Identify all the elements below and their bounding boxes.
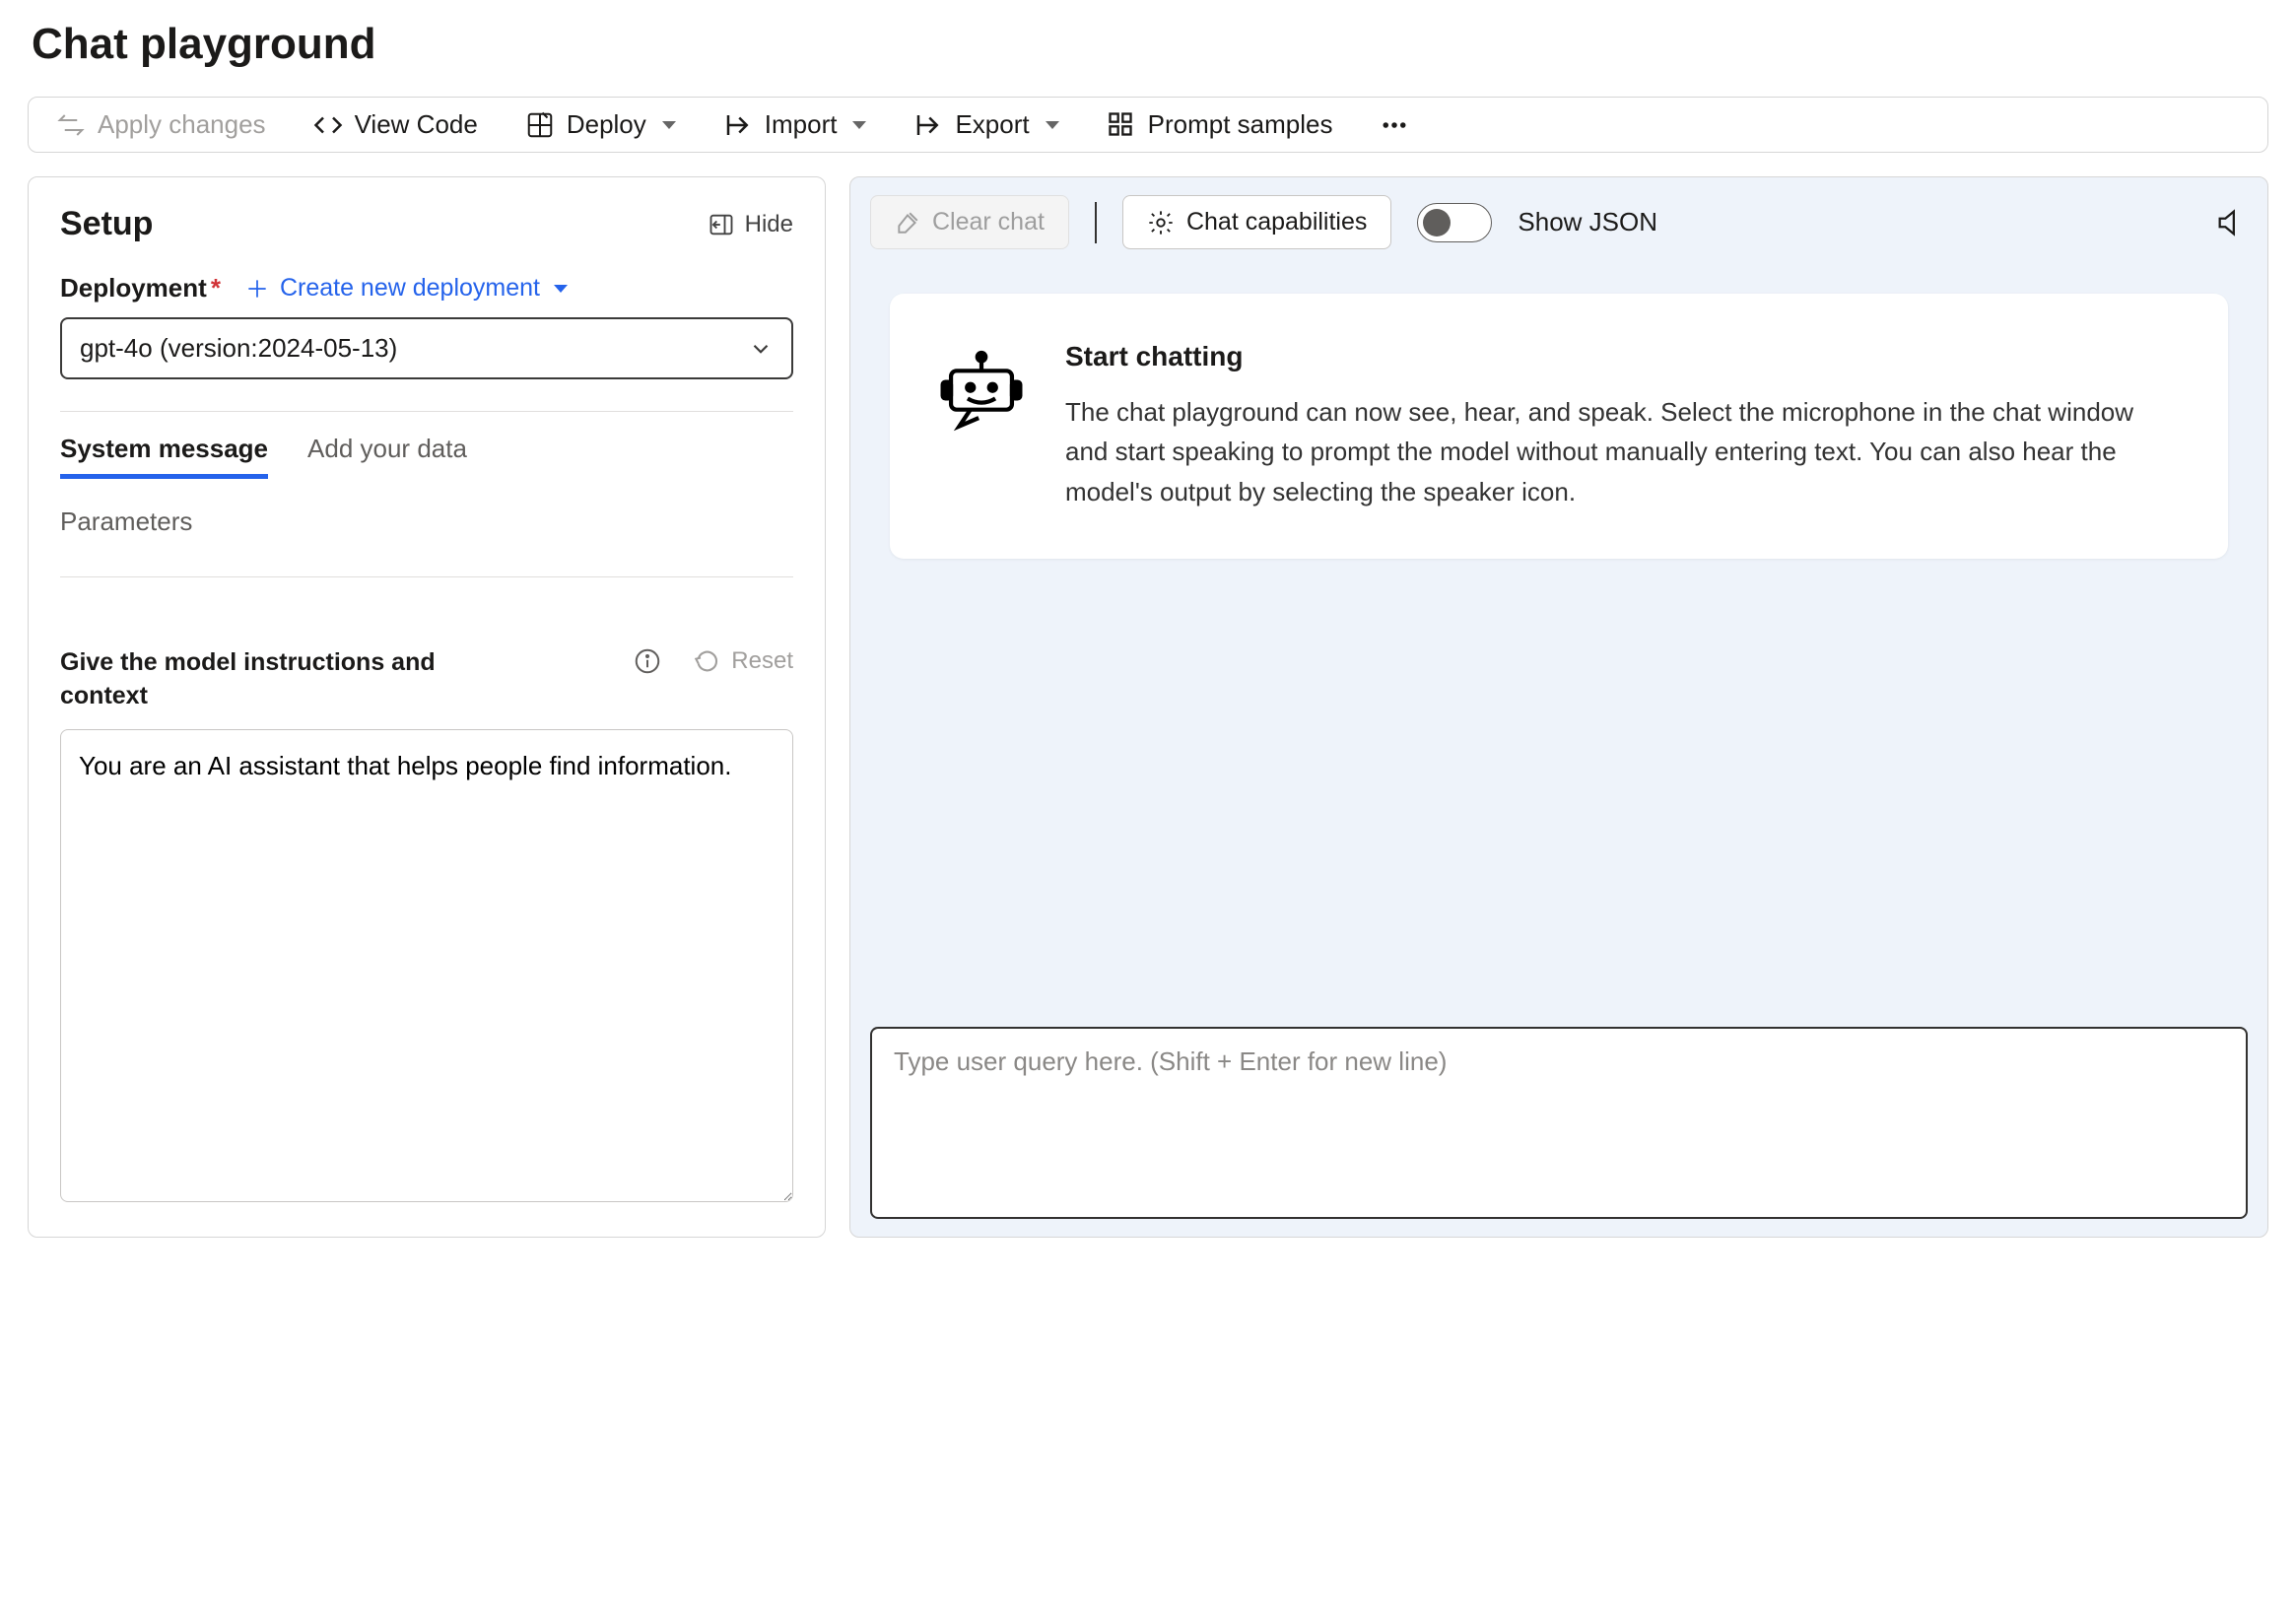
gear-icon — [1147, 209, 1175, 236]
info-icon[interactable] — [633, 646, 662, 676]
toolbar: Apply changes View Code Deploy Import — [28, 97, 2268, 153]
import-button[interactable]: Import — [723, 109, 867, 140]
divider — [60, 411, 793, 412]
chevron-down-icon — [554, 285, 568, 293]
deployment-select[interactable]: gpt-4o (version:2024-05-13) — [60, 317, 793, 379]
toggle-knob — [1423, 209, 1451, 236]
tab-system-message[interactable]: System message — [60, 434, 268, 479]
divider — [1095, 202, 1097, 243]
create-new-deployment-label: Create new deployment — [280, 274, 540, 303]
deploy-label: Deploy — [567, 109, 646, 140]
card-title: Start chatting — [1065, 341, 2181, 372]
collapse-icon — [708, 211, 735, 238]
apply-changes-button: Apply changes — [56, 109, 266, 140]
import-label: Import — [765, 109, 838, 140]
more-button[interactable] — [1380, 110, 1409, 140]
swap-icon — [56, 110, 86, 140]
reset-label: Reset — [731, 647, 793, 675]
bot-icon — [937, 341, 1026, 511]
export-button[interactable]: Export — [913, 109, 1058, 140]
chat-toolbar: Clear chat Chat capabilities Show JSON — [870, 195, 2248, 249]
instructions-label: Give the model instructions and context — [60, 646, 484, 713]
chat-capabilities-button[interactable]: Chat capabilities — [1122, 195, 1391, 249]
chevron-down-icon — [748, 336, 774, 362]
more-icon — [1380, 110, 1409, 140]
import-icon — [723, 110, 753, 140]
apply-changes-label: Apply changes — [98, 109, 266, 140]
create-new-deployment-link[interactable]: Create new deployment — [244, 274, 568, 303]
chat-panel: Clear chat Chat capabilities Show JSON — [849, 176, 2268, 1238]
export-label: Export — [955, 109, 1029, 140]
chevron-down-icon — [662, 121, 676, 129]
undo-icon — [694, 647, 721, 675]
card-body: The chat playground can now see, hear, a… — [1065, 392, 2181, 511]
user-query-input[interactable] — [870, 1027, 2248, 1219]
chat-capabilities-label: Chat capabilities — [1186, 208, 1367, 236]
clear-chat-button: Clear chat — [870, 195, 1069, 249]
show-json-toggle[interactable] — [1417, 203, 1492, 242]
view-code-button[interactable]: View Code — [313, 109, 478, 140]
tab-parameters[interactable]: Parameters — [60, 489, 793, 555]
hide-panel-button[interactable]: Hide — [708, 211, 793, 238]
chevron-down-icon — [852, 121, 866, 129]
start-chatting-card: Start chatting The chat playground can n… — [890, 294, 2228, 559]
chevron-down-icon — [1046, 121, 1059, 129]
grid-icon — [1107, 110, 1136, 140]
plus-icon — [244, 276, 270, 302]
setup-tabs: System message Add your data — [60, 434, 793, 479]
setup-heading: Setup — [60, 205, 153, 243]
clear-chat-label: Clear chat — [932, 208, 1045, 236]
deploy-button[interactable]: Deploy — [525, 109, 676, 140]
deployment-value: gpt-4o (version:2024-05-13) — [80, 333, 397, 364]
prompt-samples-label: Prompt samples — [1148, 109, 1333, 140]
tab-add-your-data[interactable]: Add your data — [307, 434, 467, 479]
broom-icon — [895, 210, 920, 236]
system-message-textarea[interactable] — [60, 729, 793, 1202]
prompt-samples-button[interactable]: Prompt samples — [1107, 109, 1333, 140]
hide-label: Hide — [745, 211, 793, 238]
show-json-label: Show JSON — [1518, 207, 1657, 237]
divider — [60, 576, 793, 577]
setup-panel: Setup Hide Deployment* C — [28, 176, 826, 1238]
deployment-label: Deployment* — [60, 273, 221, 303]
code-icon — [313, 110, 343, 140]
export-icon — [913, 110, 943, 140]
view-code-label: View Code — [355, 109, 478, 140]
reset-button: Reset — [694, 647, 793, 675]
deploy-icon — [525, 110, 555, 140]
page-title: Chat playground — [28, 20, 2268, 69]
speaker-button[interactable] — [2214, 206, 2248, 239]
